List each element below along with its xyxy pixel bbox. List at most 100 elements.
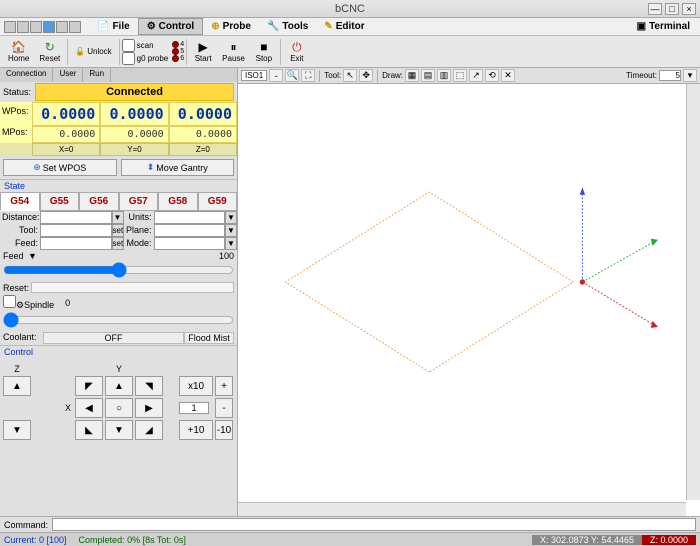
jog-y-up[interactable]: ▲ (105, 376, 133, 396)
step-plus10[interactable]: +10 (179, 420, 213, 440)
timeout-input[interactable] (659, 70, 681, 81)
coolant-off[interactable]: OFF (43, 332, 184, 344)
menu-editor[interactable]: ✎Editor (316, 19, 372, 34)
maximize-button[interactable]: □ (665, 3, 679, 15)
feed-set[interactable]: set (112, 237, 124, 250)
jog-x-right[interactable]: ▶ (135, 398, 163, 418)
new-icon[interactable] (4, 21, 16, 33)
draw-2-icon[interactable]: ▤ (421, 69, 435, 82)
zoom-fit-icon[interactable]: ⛶ (301, 69, 315, 82)
coolant-flood-mist[interactable]: Flood Mist (184, 332, 234, 344)
view-iso[interactable]: ISO1 (241, 70, 267, 81)
wcs-g59[interactable]: G59 (198, 192, 238, 211)
wcs-g58[interactable]: G58 (158, 192, 198, 211)
g0probe-checkbox[interactable]: g0 probe (122, 52, 169, 65)
wpos-y[interactable]: 0.0000 (100, 102, 168, 126)
tool-select-icon[interactable]: ↖ (343, 69, 357, 82)
reset-button[interactable]: ↻Reset (34, 38, 65, 65)
menu-control[interactable]: ⚙Control (138, 18, 204, 35)
tool-move-icon[interactable]: ✥ (359, 69, 373, 82)
command-input[interactable] (52, 518, 696, 531)
wcs-g56[interactable]: G56 (79, 192, 119, 211)
menu-tools[interactable]: 🔧Tools (259, 19, 316, 34)
step-mult[interactable]: x10 (179, 376, 213, 396)
wcs-g55[interactable]: G55 (40, 192, 80, 211)
axis-y-btn[interactable]: Y=0 (100, 143, 168, 156)
draw-4-icon[interactable]: ⬚ (453, 69, 467, 82)
feed-input[interactable] (40, 237, 112, 250)
move-gantry-button[interactable]: ⬍Move Gantry (121, 159, 235, 176)
timeout-dd[interactable]: ▾ (683, 69, 697, 82)
jog-y-down[interactable]: ▼ (105, 420, 133, 440)
draw-7-icon[interactable]: ✕ (501, 69, 515, 82)
jog-x-left[interactable]: ◀ (75, 398, 103, 418)
home-button[interactable]: 🏠Home (3, 38, 34, 65)
spindle-checkbox[interactable]: ⚙Spindle (3, 295, 54, 311)
home-icon: 🏠 (10, 40, 28, 54)
mode-dd[interactable]: ▼ (225, 237, 237, 250)
feed-slider[interactable] (3, 262, 234, 278)
tool-set[interactable]: set (112, 224, 124, 237)
horizontal-scrollbar[interactable] (238, 502, 686, 516)
mode-label: Mode: (124, 237, 154, 250)
feed-reset-slider[interactable] (31, 282, 234, 293)
wcs-g57[interactable]: G57 (119, 192, 159, 211)
mode-input[interactable] (154, 237, 226, 250)
save-icon[interactable] (30, 21, 42, 33)
sidebar-tab-run[interactable]: Run (83, 68, 111, 82)
sidebar-tab-user[interactable]: User (53, 68, 83, 82)
step-minus10[interactable]: -10 (215, 420, 233, 440)
zoom-in-icon[interactable]: 🔍 (285, 69, 299, 82)
unlock-button[interactable]: 🔓Unlock (70, 45, 116, 58)
jog-sw[interactable]: ◣ (75, 420, 103, 440)
units-dd[interactable]: ▼ (225, 211, 237, 224)
exit-button[interactable]: ⏻Exit (283, 38, 311, 65)
zoom-out-icon[interactable]: - (269, 69, 283, 82)
unlock-icon: 🔓 (75, 47, 85, 56)
wpos-z[interactable]: 0.0000 (169, 102, 237, 126)
step-input[interactable] (179, 402, 209, 414)
distance-dd[interactable]: ▼ (112, 211, 124, 224)
jog-center[interactable]: ○ (105, 398, 133, 418)
minimize-button[interactable]: — (648, 3, 662, 15)
saveall-icon[interactable] (43, 21, 55, 33)
axis-z-btn[interactable]: Z=0 (169, 143, 237, 156)
vertical-scrollbar[interactable] (686, 84, 700, 500)
jog-z-down[interactable]: ▼ (3, 420, 31, 440)
axis-x-btn[interactable]: X=0 (32, 143, 100, 156)
jog-z-up[interactable]: ▲ (3, 376, 31, 396)
pause-button[interactable]: ⏸Pause (217, 38, 250, 65)
step-minus[interactable]: - (215, 398, 233, 418)
step-plus[interactable]: + (215, 376, 233, 396)
open-icon[interactable] (17, 21, 29, 33)
units-input[interactable] (154, 211, 226, 224)
jog-se[interactable]: ◢ (135, 420, 163, 440)
draw-5-icon[interactable]: ↗ (469, 69, 483, 82)
spindle-slider[interactable] (3, 312, 234, 328)
plane-dd[interactable]: ▼ (225, 224, 237, 237)
undo-icon[interactable] (56, 21, 68, 33)
canvas-area: ISO1 - 🔍 ⛶ Tool: ↖ ✥ Draw: ▦ ▤ ▥ ⬚ ↗ ⟲ ✕… (238, 68, 700, 516)
draw-3-icon[interactable]: ▥ (437, 69, 451, 82)
menu-file[interactable]: 📄File (89, 19, 138, 34)
stop-button[interactable]: ■Stop (250, 38, 278, 65)
start-button[interactable]: ▶Start (189, 38, 217, 65)
draw-1-icon[interactable]: ▦ (405, 69, 419, 82)
menu-probe[interactable]: ⊕Probe (203, 19, 259, 34)
menu-terminal[interactable]: ▣Terminal (631, 19, 696, 34)
distance-input[interactable] (40, 211, 112, 224)
jog-nw[interactable]: ◤ (75, 376, 103, 396)
feed-dd[interactable]: ▼ (26, 251, 40, 261)
plane-input[interactable] (154, 224, 226, 237)
redo-icon[interactable] (69, 21, 81, 33)
wcs-g54[interactable]: G54 (0, 192, 40, 211)
scan-checkbox[interactable]: scan (122, 39, 169, 52)
set-wpos-button[interactable]: ⊕Set WPOS (3, 159, 117, 176)
wpos-x[interactable]: 0.0000 (32, 102, 100, 126)
close-button[interactable]: × (682, 3, 696, 15)
viewport[interactable] (238, 84, 700, 516)
draw-6-icon[interactable]: ⟲ (485, 69, 499, 82)
tool-input[interactable] (40, 224, 112, 237)
sidebar-tab-connection[interactable]: Connection (0, 68, 53, 82)
jog-ne[interactable]: ◥ (135, 376, 163, 396)
